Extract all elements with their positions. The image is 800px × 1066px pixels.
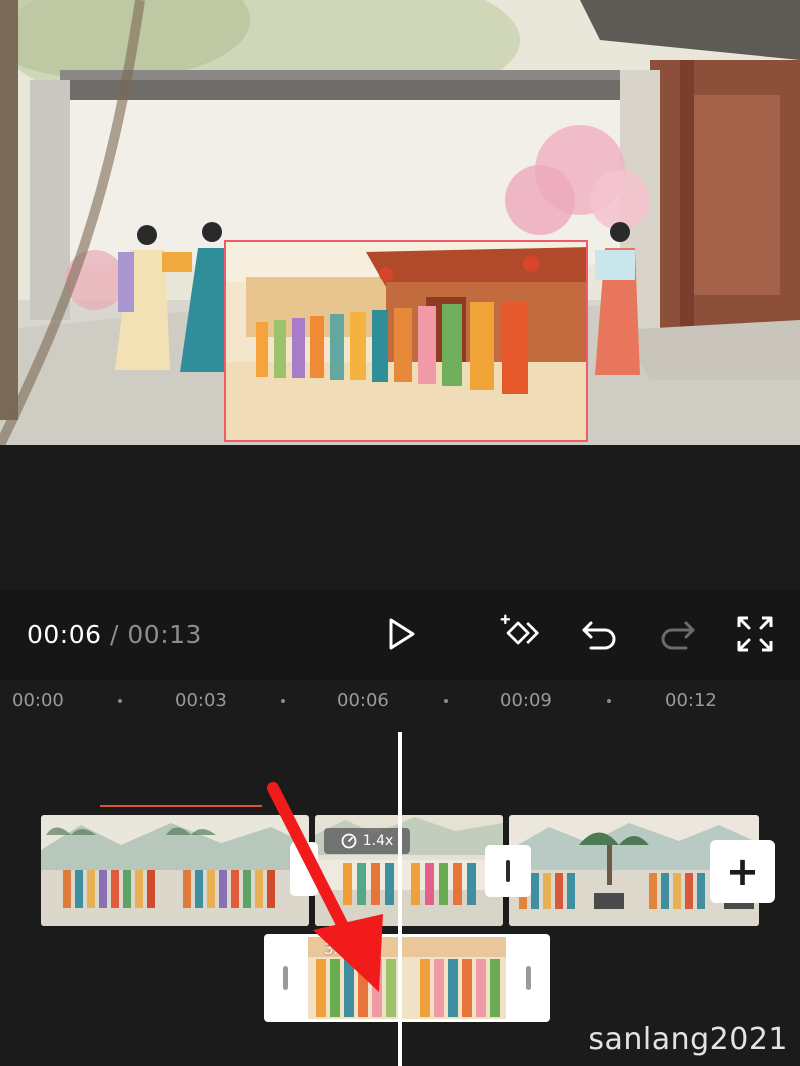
redo-button[interactable] xyxy=(657,613,699,655)
audio-keyframe-line xyxy=(100,805,262,807)
overlay-scene xyxy=(226,242,586,440)
undo-button[interactable] xyxy=(578,613,620,655)
ruler-dot xyxy=(281,699,285,703)
ruler-label-0: 00:00 xyxy=(12,690,64,711)
ruler-dot xyxy=(118,699,122,703)
overlay-trim-grip-right[interactable] xyxy=(526,966,531,990)
play-button[interactable] xyxy=(380,613,422,655)
transition-icon xyxy=(506,860,510,882)
ruler-dot xyxy=(444,699,448,703)
transition-button[interactable] xyxy=(485,845,531,897)
add-keyframe-button[interactable] xyxy=(498,612,540,654)
ruler-dot xyxy=(607,699,611,703)
ruler-label-3: 00:03 xyxy=(175,690,227,711)
add-keyframe-icon xyxy=(500,614,539,645)
annotation-arrow-icon xyxy=(267,782,383,992)
redo-icon xyxy=(661,621,695,650)
ruler-label-9: 00:09 xyxy=(500,690,552,711)
overlay-clip-preview[interactable] xyxy=(224,240,588,442)
time-separator: / xyxy=(110,620,119,649)
add-clip-button[interactable]: + xyxy=(710,840,775,903)
ruler-label-12: 00:12 xyxy=(665,690,717,711)
time-display: 00:06 / 00:13 xyxy=(27,620,202,649)
undo-icon xyxy=(582,621,616,650)
playhead[interactable] xyxy=(398,732,402,1066)
current-time: 00:06 xyxy=(27,620,102,649)
preview-letterbox xyxy=(0,445,800,590)
fullscreen-icon xyxy=(737,616,773,652)
watermark: sanlang2021 xyxy=(588,1022,788,1057)
play-icon xyxy=(389,618,415,650)
video-preview[interactable] xyxy=(0,0,800,445)
fullscreen-button[interactable] xyxy=(734,613,776,655)
total-time: 00:13 xyxy=(127,620,202,649)
ruler-label-6: 00:06 xyxy=(337,690,389,711)
plus-icon: + xyxy=(725,848,760,895)
